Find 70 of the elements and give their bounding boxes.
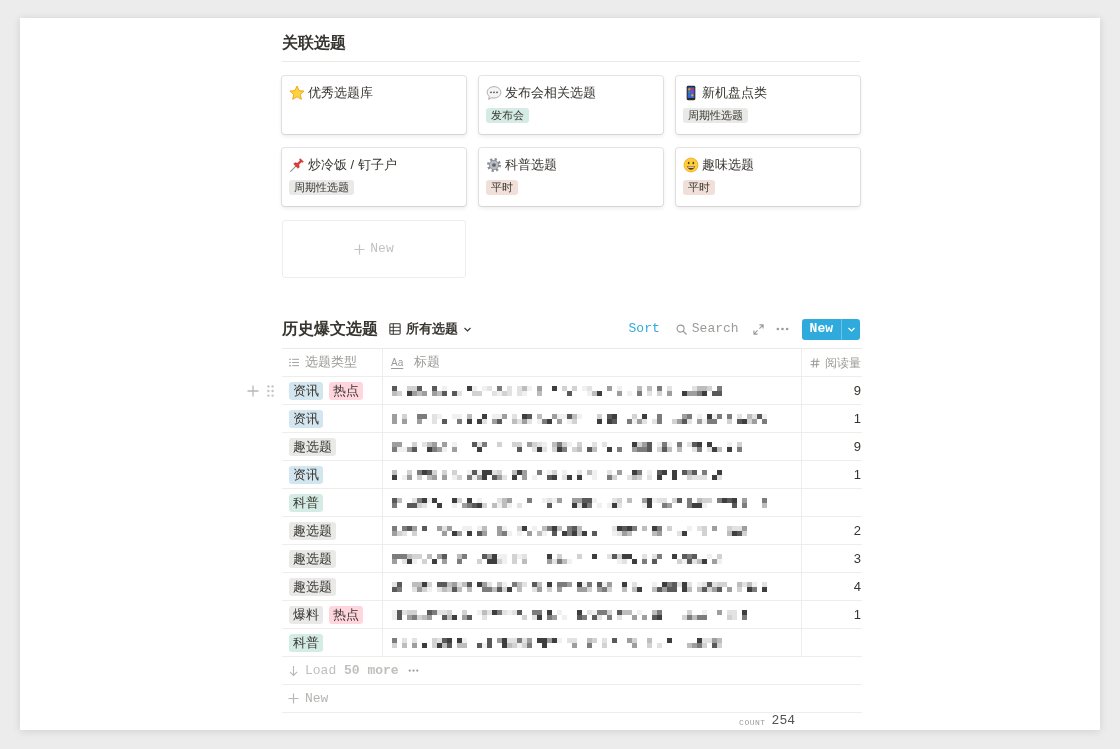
card-title: 发布会相关选题 [505,84,596,102]
column-header[interactable]: 选题类型 [282,349,357,376]
card-title: 优秀选题库 [308,84,373,102]
tag: 平时 [683,180,715,195]
tag: 趣选题 [289,437,336,456]
view-selector[interactable]: 所有选题 [389,319,472,339]
tag: 平时 [486,180,518,195]
read-count: 1 [853,409,861,428]
speech-bubble-icon [486,85,502,101]
card-title: 新机盘点类 [702,84,767,102]
page-card[interactable]: 趣味选题 平时 [676,148,860,206]
pushpin-icon [289,157,305,173]
section-title: 历史爆文选题 [282,319,378,339]
page-card[interactable]: 科普选题 平时 [479,148,663,206]
page-card[interactable]: 新机盘点类 周期性选题 [676,76,860,134]
search-icon [675,323,687,335]
text-type-icon: Aa [391,356,404,369]
read-count: 1 [853,465,861,484]
page-card[interactable]: 优秀选题库 [282,76,466,134]
column-header[interactable]: 阅读量 [802,349,861,376]
tag: 科普 [289,633,323,652]
read-count: 9 [853,437,861,456]
more-icon[interactable] [407,669,419,672]
tag: 科普 [289,493,323,512]
new-dropdown-button[interactable] [841,318,860,340]
count-label: COUNT [739,718,766,728]
tag: 资讯 [289,465,323,484]
new-card-button[interactable]: New [282,220,466,278]
plus-icon [288,693,299,704]
load-more-button[interactable]: Load 50 more [289,660,399,681]
read-count: 1 [853,605,861,624]
search-button[interactable]: Search [675,319,739,339]
new-button[interactable]: New [801,318,841,340]
read-count: 9 [853,381,861,400]
read-count: 4 [853,577,861,596]
list-icon [289,358,299,367]
tag: 爆料 [289,605,323,624]
read-count: 3 [853,549,861,568]
tag: 发布会 [486,108,529,123]
tag: 趣选题 [289,521,336,540]
expand-icon[interactable] [752,323,764,335]
column-header[interactable]: Aa 标题 [383,349,441,376]
page-card[interactable]: 发布会相关选题 发布会 [479,76,663,134]
new-row-button[interactable]: New [288,688,329,709]
tag: 周期性选题 [683,108,748,123]
tag: 趣选题 [289,549,336,568]
star-icon [289,85,305,101]
tag: 周期性选题 [289,180,354,195]
tag: 资讯 [289,381,323,400]
plus-icon [354,243,366,255]
arrow-down-icon [289,664,298,677]
sort-button[interactable]: Sort [628,319,660,339]
section-title: 关联选题 [282,33,346,53]
card-title: 炒冷饭 / 钉子户 [308,156,397,174]
read-count: 2 [853,521,861,540]
count-value: 254 [771,714,795,728]
tag: 资讯 [289,409,323,428]
tag: 热点 [329,381,363,400]
hash-icon [810,357,820,368]
card-title: 趣味选题 [702,156,754,174]
plus-icon[interactable] [247,385,259,397]
table-icon [389,323,401,335]
tag: 热点 [329,605,363,624]
smiley-icon [683,157,699,173]
drag-handle-icon[interactable] [267,385,274,397]
more-icon[interactable] [775,327,789,331]
card-title: 科普选题 [505,156,557,174]
gear-icon [486,157,502,173]
tag: 趣选题 [289,577,336,596]
page-card[interactable]: 炒冷饭 / 钉子户 周期性选题 [282,148,466,206]
